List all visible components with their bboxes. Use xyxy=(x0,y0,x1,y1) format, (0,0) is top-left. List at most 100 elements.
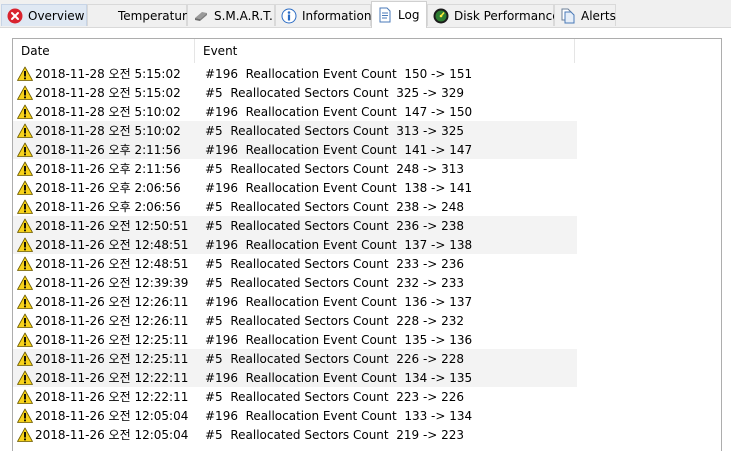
table-row[interactable]: 2018-11-26 오전 12:26:11 #196 Reallocation … xyxy=(13,292,577,311)
row-date: 2018-11-26 오전 12:25:11 xyxy=(35,333,189,347)
table-row[interactable]: 2018-11-26 오전 12:05:04 #5 Reallocated Sec… xyxy=(13,425,577,444)
row-date: 2018-11-26 오후 2:11:56 xyxy=(35,143,181,157)
log-panel: Date Event 2018-11-28 오전 5:15:02 #196 Rea… xyxy=(0,28,731,451)
smart-icon xyxy=(195,11,207,21)
tab-label: Disk Performance xyxy=(454,8,560,23)
table-row[interactable]: 2018-11-26 오전 12:05:04 #196 Reallocation … xyxy=(13,406,577,425)
row-event: #196 Reallocation Event Count 134 -> 135 xyxy=(205,370,473,385)
row-date: 2018-11-26 오전 12:05:04 xyxy=(35,428,189,442)
row-event: #5 Reallocated Sectors Count 325 -> 329 xyxy=(205,85,465,100)
row-date: 2018-11-26 오전 12:39:39 xyxy=(35,276,189,290)
row-event: #5 Reallocated Sectors Count 238 -> 248 xyxy=(205,199,465,214)
row-date: 2018-11-26 오전 12:48:51 xyxy=(35,238,189,252)
tab-information[interactable]: Information xyxy=(275,4,371,26)
row-date: 2018-11-28 오전 5:10:02 xyxy=(35,124,181,138)
tab-label: Log xyxy=(398,8,420,22)
row-event: #5 Reallocated Sectors Count 226 -> 228 xyxy=(205,351,465,366)
row-event: #5 Reallocated Sectors Count 228 -> 232 xyxy=(205,313,465,328)
tab-alerts[interactable]: Alerts xyxy=(554,4,616,26)
row-event: #196 Reallocation Event Count 133 -> 134 xyxy=(205,408,473,423)
table-row[interactable]: 2018-11-26 오전 12:50:51 #5 Reallocated Sec… xyxy=(13,216,577,235)
tab-label: Overview xyxy=(28,8,85,23)
warning-icon xyxy=(17,66,33,81)
tab-disk-performance[interactable]: Disk Performance xyxy=(427,4,560,26)
row-date: 2018-11-26 오후 2:06:56 xyxy=(35,181,181,195)
warning-icon xyxy=(17,161,33,176)
tab-label: Alerts xyxy=(581,8,616,23)
performance-icon xyxy=(433,8,449,23)
row-event: #5 Reallocated Sectors Count 248 -> 313 xyxy=(205,161,465,176)
row-date: 2018-11-26 오전 12:22:11 xyxy=(35,371,189,385)
row-event: #5 Reallocated Sectors Count 313 -> 325 xyxy=(205,123,465,138)
table-row[interactable]: 2018-11-26 오전 12:25:11 #196 Reallocation … xyxy=(13,330,577,349)
warning-icon xyxy=(17,427,33,442)
warning-icon xyxy=(17,256,33,271)
table-row[interactable]: 2018-11-26 오후 2:06:56 #196 Reallocation E… xyxy=(13,178,577,197)
tab-smart[interactable]: S.M.A.R.T. xyxy=(187,4,275,26)
warning-icon xyxy=(17,104,33,119)
table-row[interactable]: 2018-11-26 오전 12:25:11 #5 Reallocated Sec… xyxy=(13,349,577,368)
row-date: 2018-11-26 오전 12:50:51 xyxy=(35,219,189,233)
row-date: 2018-11-26 오후 2:06:56 xyxy=(35,200,181,214)
table-row[interactable]: 2018-11-28 오전 5:15:02 #196 Reallocation E… xyxy=(13,64,577,83)
warning-icon xyxy=(17,294,33,309)
table-row[interactable]: 2018-11-26 오후 2:06:56 #5 Reallocated Sect… xyxy=(13,197,577,216)
table-row[interactable]: 2018-11-26 오전 12:39:39 #5 Reallocated Sec… xyxy=(13,273,577,292)
row-event: #196 Reallocation Event Count 136 -> 137 xyxy=(205,294,473,309)
warning-icon xyxy=(17,142,33,157)
warning-icon xyxy=(17,85,33,100)
warning-icon xyxy=(17,275,33,290)
table-row[interactable]: 2018-11-28 오전 5:10:02 #5 Reallocated Sect… xyxy=(13,121,577,140)
tab-bar: Overview Temperature S.M.A.R.T. Informat… xyxy=(0,0,731,28)
row-event: #5 Reallocated Sectors Count 233 -> 236 xyxy=(205,256,465,271)
warning-icon xyxy=(17,332,33,347)
row-date: 2018-11-26 오전 12:05:04 xyxy=(35,409,189,423)
warning-icon xyxy=(17,389,33,404)
row-event: #5 Reallocated Sectors Count 223 -> 226 xyxy=(205,389,465,404)
alerts-icon xyxy=(561,8,575,23)
row-date: 2018-11-28 오전 5:10:02 xyxy=(35,105,181,119)
column-header-date[interactable]: Date xyxy=(13,39,195,63)
table-row[interactable]: 2018-11-26 오전 12:48:51 #5 Reallocated Sec… xyxy=(13,254,577,273)
row-event: #196 Reallocation Event Count 135 -> 136 xyxy=(205,332,473,347)
warning-icon xyxy=(17,123,33,138)
table-row[interactable]: 2018-11-26 오전 12:48:51 #196 Reallocation … xyxy=(13,235,577,254)
warning-icon xyxy=(17,313,33,328)
temperature-icon xyxy=(93,8,113,24)
row-event: #196 Reallocation Event Count 147 -> 150 xyxy=(205,104,473,119)
row-date: 2018-11-26 오전 12:26:11 xyxy=(35,314,189,328)
table-row[interactable]: 2018-11-26 오전 12:22:11 #196 Reallocation … xyxy=(13,368,577,387)
tab-label: S.M.A.R.T. xyxy=(214,8,273,23)
log-icon xyxy=(379,7,391,23)
tab-log[interactable]: Log xyxy=(371,1,427,28)
column-header-event[interactable]: Event xyxy=(195,39,575,63)
row-date: 2018-11-28 오전 5:15:02 xyxy=(35,67,181,81)
info-icon xyxy=(281,8,297,23)
row-event: #5 Reallocated Sectors Count 236 -> 238 xyxy=(205,218,465,233)
table-row[interactable]: 2018-11-26 오후 2:11:56 #196 Reallocation E… xyxy=(13,140,577,159)
row-date: 2018-11-26 오전 12:26:11 xyxy=(35,295,189,309)
table-row[interactable]: 2018-11-28 오전 5:15:02 #5 Reallocated Sect… xyxy=(13,83,577,102)
log-list[interactable]: Date Event 2018-11-28 오전 5:15:02 #196 Rea… xyxy=(12,38,722,451)
log-rows: 2018-11-28 오전 5:15:02 #196 Reallocation E… xyxy=(13,64,577,444)
row-date: 2018-11-26 오전 12:22:11 xyxy=(35,390,189,404)
tab-temperature[interactable]: Temperature xyxy=(87,4,194,26)
warning-icon xyxy=(17,351,33,366)
row-event: #196 Reallocation Event Count 138 -> 141 xyxy=(205,180,473,195)
table-row[interactable]: 2018-11-26 오전 12:22:11 #5 Reallocated Sec… xyxy=(13,387,577,406)
error-icon xyxy=(7,8,23,23)
row-date: 2018-11-28 오전 5:15:02 xyxy=(35,86,181,100)
table-row[interactable]: 2018-11-26 오전 12:26:11 #5 Reallocated Sec… xyxy=(13,311,577,330)
warning-icon xyxy=(17,408,33,423)
warning-icon xyxy=(17,370,33,385)
row-event: #5 Reallocated Sectors Count 232 -> 233 xyxy=(205,275,465,290)
warning-icon xyxy=(17,218,33,233)
tab-overview[interactable]: Overview xyxy=(1,4,87,26)
table-row[interactable]: 2018-11-28 오전 5:10:02 #196 Reallocation E… xyxy=(13,102,577,121)
row-event: #196 Reallocation Event Count 141 -> 147 xyxy=(205,142,473,157)
list-header: Date Event xyxy=(13,39,575,63)
tab-label: Information xyxy=(302,8,372,23)
warning-icon xyxy=(17,180,33,195)
row-date: 2018-11-26 오전 12:25:11 xyxy=(35,352,189,366)
table-row[interactable]: 2018-11-26 오후 2:11:56 #5 Reallocated Sect… xyxy=(13,159,577,178)
